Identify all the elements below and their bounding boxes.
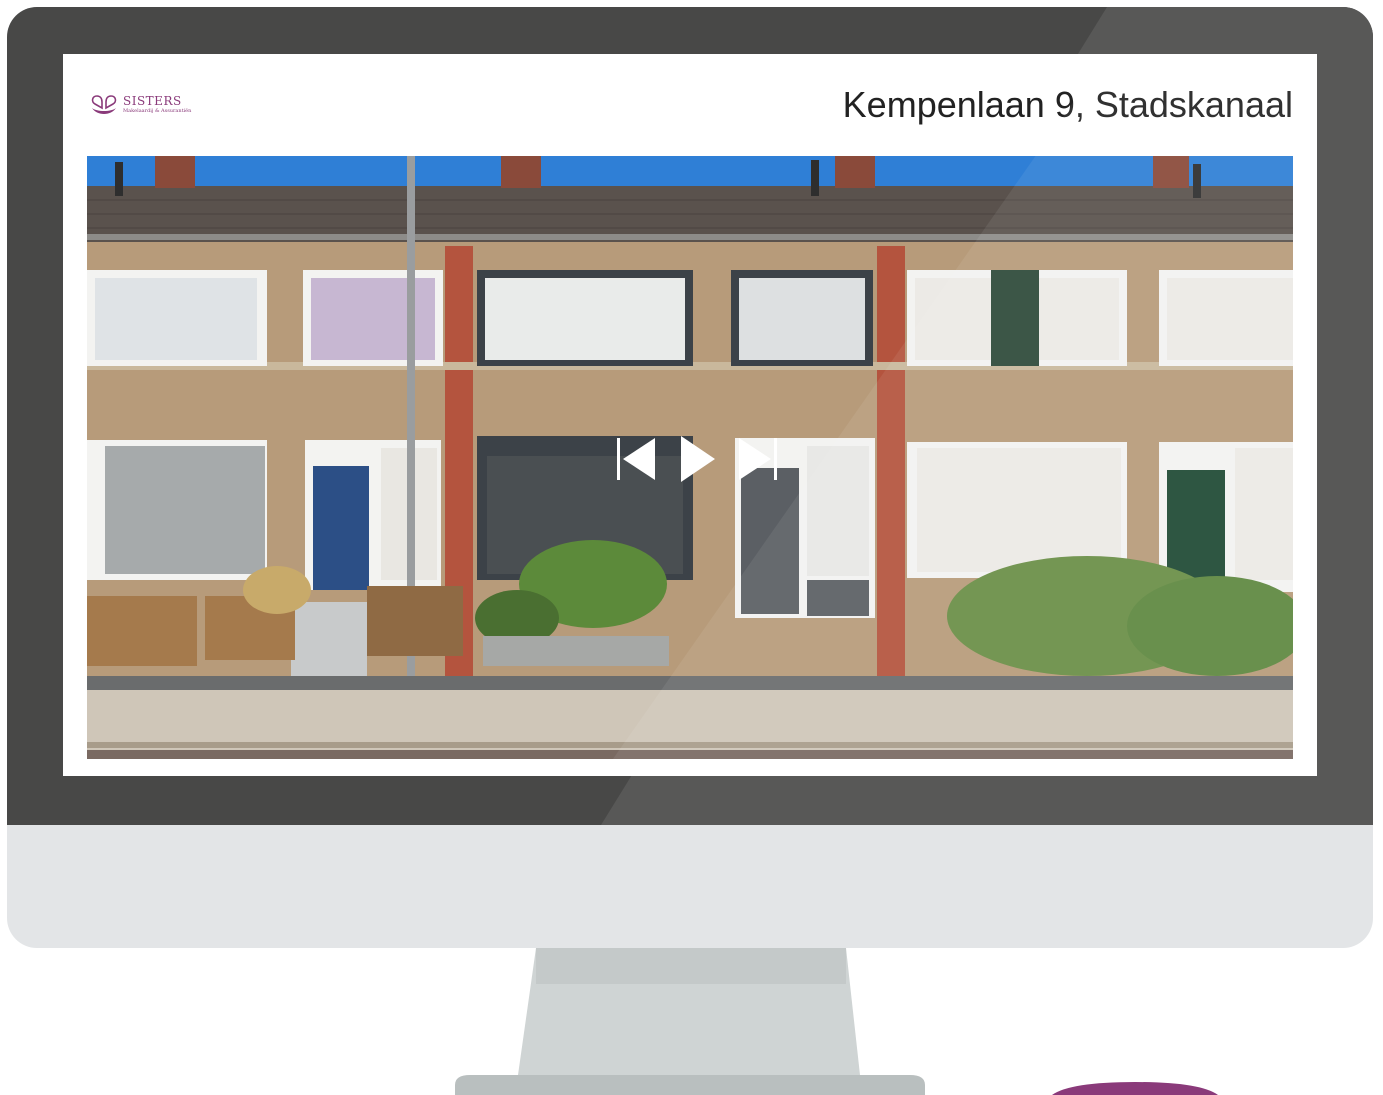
monitor-bezel: SISTERS Makelaardij & Assurantiën Kempen… bbox=[7, 7, 1373, 825]
hearts-logo-icon bbox=[91, 95, 117, 114]
next-button[interactable] bbox=[735, 434, 781, 484]
skip-forward-icon bbox=[739, 438, 777, 480]
brand-name: SISTERS bbox=[123, 94, 182, 108]
skip-back-icon bbox=[617, 438, 655, 480]
slideshow-controls bbox=[615, 434, 785, 484]
brand-logo[interactable]: SISTERS Makelaardij & Assurantiën bbox=[89, 92, 229, 118]
previous-button[interactable] bbox=[615, 434, 659, 484]
brand-tagline: Makelaardij & Assurantiën bbox=[123, 108, 192, 114]
property-photo bbox=[87, 156, 1293, 759]
play-button[interactable] bbox=[677, 434, 717, 484]
play-icon bbox=[681, 436, 715, 482]
listing-address: Kempenlaan 9, Stadskanaal bbox=[842, 84, 1293, 125]
monitor: SISTERS Makelaardij & Assurantiën Kempen… bbox=[7, 7, 1373, 948]
monitor-screen: SISTERS Makelaardij & Assurantiën Kempen… bbox=[63, 54, 1317, 776]
